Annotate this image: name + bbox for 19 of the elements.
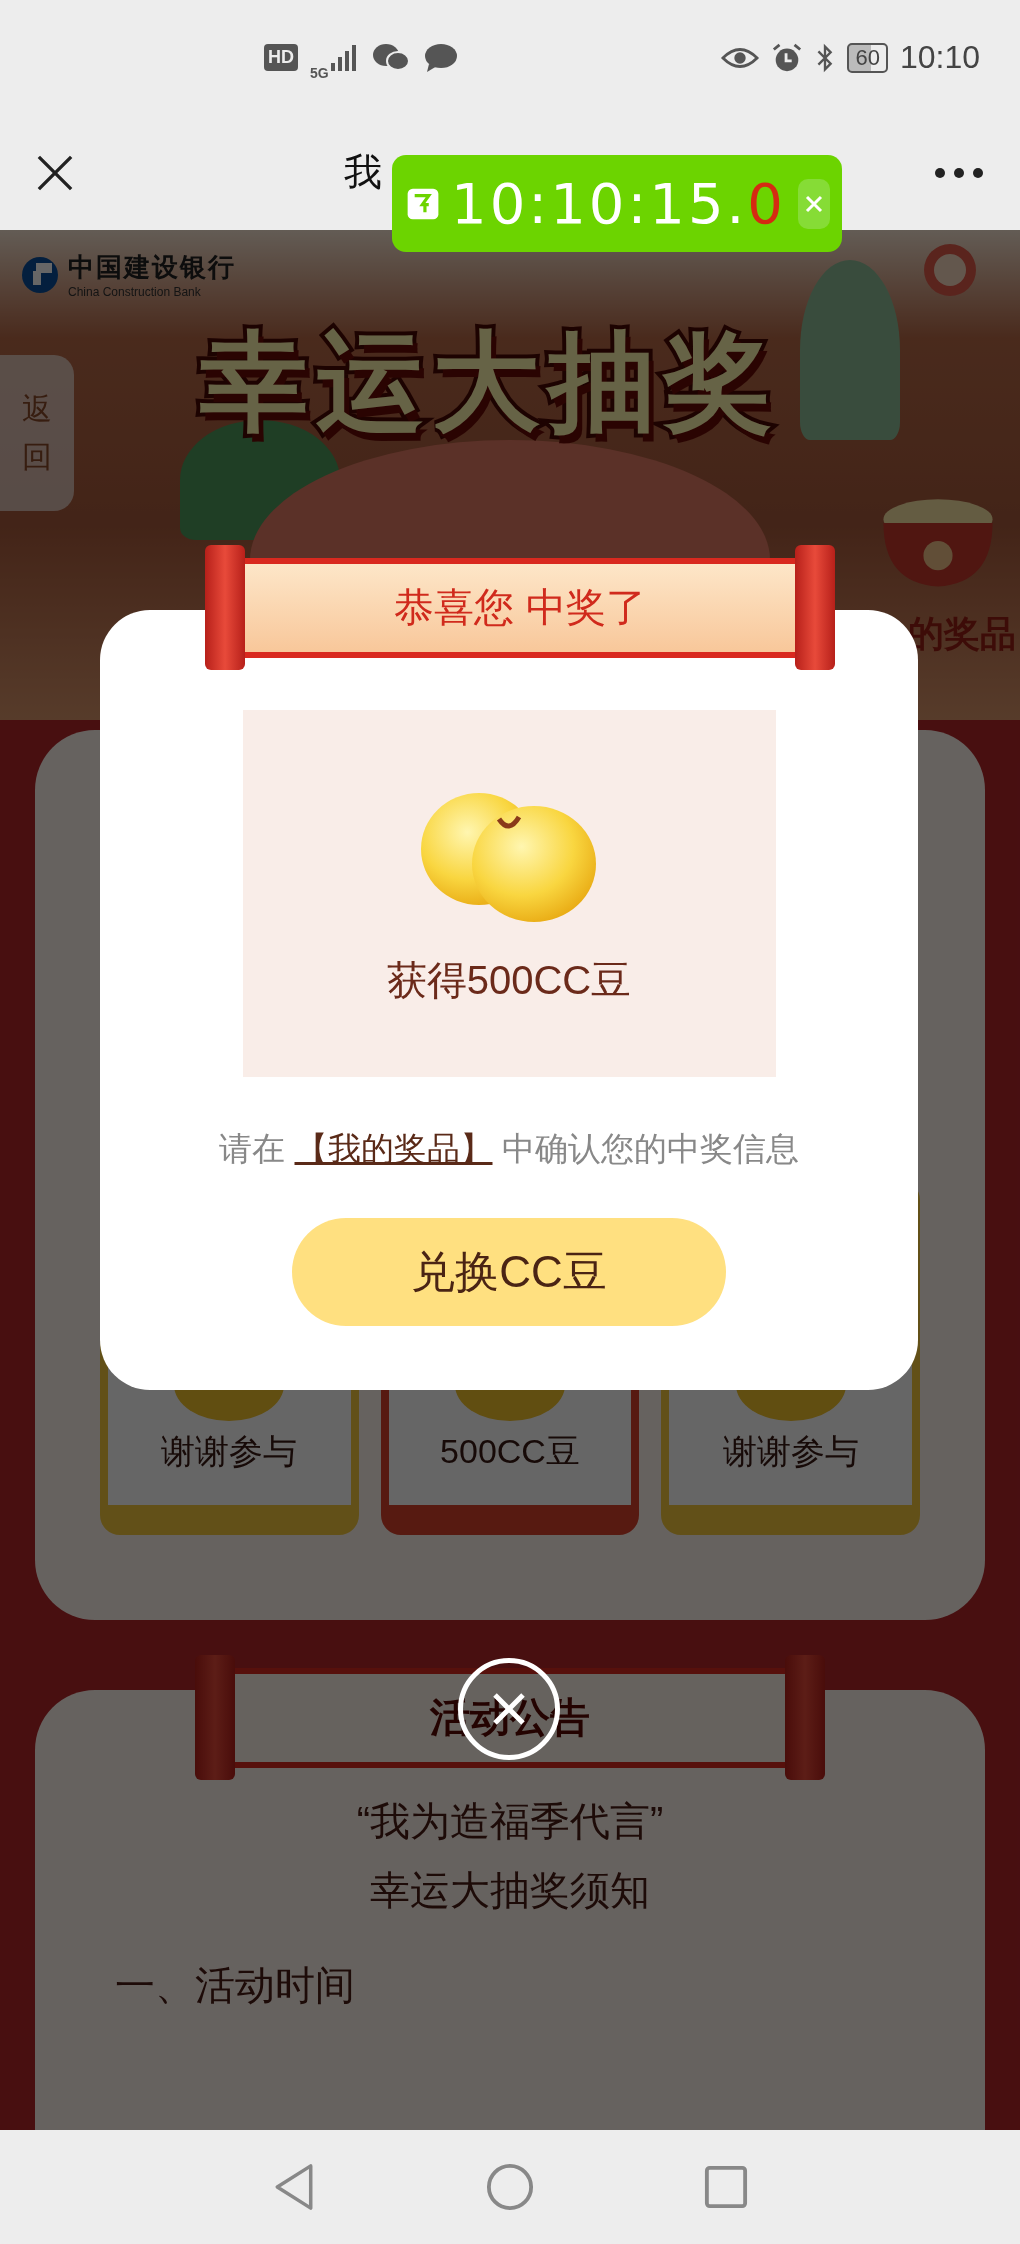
section-heading: 一、活动时间	[115, 1962, 355, 2009]
notice-title: 幸运大抽奖须知	[370, 1867, 650, 1914]
notice-title: “我为造福季代言”	[356, 1798, 664, 1845]
bank-name-english: China Construction Bank	[68, 285, 202, 299]
prize-text: 获得500CC豆	[386, 957, 632, 1004]
battery-indicator: 60	[847, 42, 888, 73]
prize-label: 谢谢参与	[161, 1431, 298, 1472]
timer-text: 10:10:15.0	[451, 171, 786, 236]
page-title: 我	[344, 150, 382, 195]
redeem-button[interactable]: 兑换CC豆	[292, 1218, 726, 1326]
prize-label: 谢谢参与	[722, 1431, 859, 1472]
clock-time: 10:10	[899, 39, 980, 76]
my-prizes-link[interactable]: 【我的奖品】	[294, 1130, 493, 1167]
network-type: 5G	[310, 64, 329, 81]
hd-badge: HD	[264, 44, 298, 71]
prize-label: 500CC豆	[440, 1431, 580, 1472]
confirm-hint: 请在 【我的奖品】 中确认您的中奖信息	[219, 1129, 799, 1169]
bank-name: 中国建设银行	[68, 251, 236, 284]
ribbon-title: 恭喜您 中奖了	[245, 557, 795, 658]
